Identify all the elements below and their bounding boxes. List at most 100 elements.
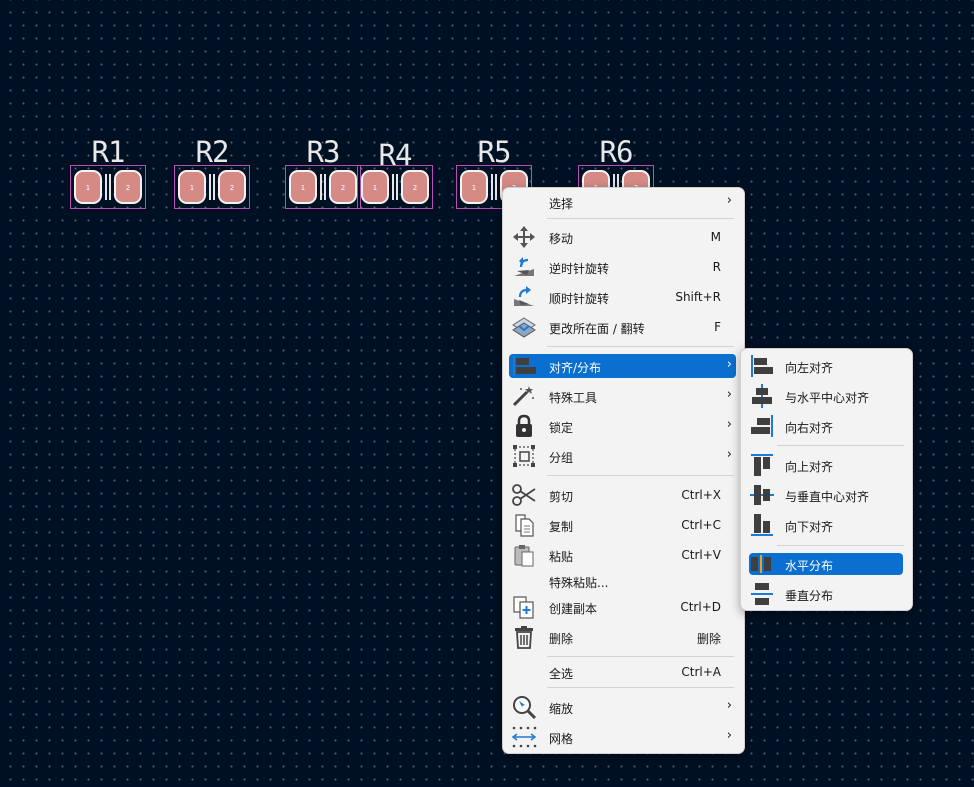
menu-item-label: 更改所在面 / 翻转 bbox=[549, 322, 645, 336]
menu-item-shortcut: 删除 bbox=[696, 632, 721, 646]
menu-item-copy[interactable]: 复制 Ctrl+C bbox=[509, 513, 736, 537]
menu-item-rotate-ccw[interactable]: 逆时针旋转 R bbox=[509, 255, 736, 279]
menu-item-grid[interactable]: 网格 › bbox=[509, 725, 736, 749]
pad[interactable]: 1 bbox=[460, 170, 488, 204]
pad-number: 2 bbox=[125, 184, 131, 192]
menu-item-move[interactable]: 移动 M bbox=[509, 225, 736, 249]
submenu-item-align-center-vertical[interactable]: 与垂直中心对齐 bbox=[749, 484, 903, 506]
menu-separator bbox=[777, 445, 904, 446]
zoom-icon bbox=[511, 695, 537, 719]
lock-icon bbox=[511, 414, 537, 438]
submenu-item-align-right[interactable]: 向右对齐 bbox=[749, 415, 903, 437]
pad[interactable]: 2 bbox=[114, 170, 142, 204]
menu-item-flip[interactable]: 更改所在面 / 翻转 F bbox=[509, 315, 736, 339]
menu-item-duplicate[interactable]: 创建副本 Ctrl+D bbox=[509, 595, 736, 619]
menu-item-label: 特殊粘贴... bbox=[549, 576, 609, 590]
submenu-item-distribute-vertical[interactable]: 垂直分布 bbox=[749, 583, 903, 605]
menu-item-shortcut: Ctrl+C bbox=[681, 518, 721, 532]
menu-item-select[interactable]: 选择 › bbox=[509, 190, 736, 214]
menu-item-label: 对齐/分布 bbox=[549, 361, 602, 375]
menu-item-label: 剪切 bbox=[549, 490, 574, 504]
submenu-item-align-center-horizontal[interactable]: 与水平中心对齐 bbox=[749, 383, 903, 409]
pad-number: 2 bbox=[412, 184, 418, 192]
silkscreen-outline bbox=[105, 174, 111, 200]
menu-item-shortcut: F bbox=[714, 320, 721, 334]
footprint-r1[interactable]: R1 1 2 bbox=[70, 135, 146, 209]
menu-item-label: 顺时针旋转 bbox=[549, 292, 610, 306]
submenu-item-align-bottom[interactable]: 向下对齐 bbox=[749, 514, 903, 536]
submenu-arrow-icon: › bbox=[726, 387, 732, 402]
menu-item-paste[interactable]: 粘贴 Ctrl+V bbox=[509, 543, 736, 567]
submenu-item-align-left[interactable]: 向左对齐 bbox=[749, 355, 903, 377]
submenu-item-label: 向左对齐 bbox=[785, 361, 834, 375]
submenu-arrow-icon: › bbox=[726, 357, 732, 372]
submenu-arrow-icon: › bbox=[726, 447, 732, 462]
pad[interactable]: 2 bbox=[401, 170, 429, 204]
submenu-item-distribute-horizontal[interactable]: 水平分布 bbox=[749, 553, 903, 575]
align-center-horizontal-icon bbox=[749, 383, 775, 409]
menu-item-cut[interactable]: 剪切 Ctrl+X bbox=[509, 483, 736, 507]
pad[interactable]: 1 bbox=[361, 170, 389, 204]
menu-item-label: 锁定 bbox=[549, 421, 574, 435]
footprint-r4[interactable]: R4 1 2 bbox=[357, 138, 433, 212]
menu-item-special-tools[interactable]: 特殊工具 › bbox=[509, 384, 736, 408]
menu-separator bbox=[547, 218, 734, 219]
trash-icon bbox=[511, 625, 537, 649]
menu-item-delete[interactable]: 删除 删除 bbox=[509, 625, 736, 649]
menu-item-label: 网格 bbox=[549, 732, 574, 746]
submenu-item-align-top[interactable]: 向上对齐 bbox=[749, 454, 903, 476]
menu-item-rotate-cw[interactable]: 顺时针旋转 Shift+R bbox=[509, 285, 736, 309]
menu-item-shortcut: M bbox=[710, 230, 721, 244]
reference-label: R2 bbox=[195, 135, 230, 169]
menu-item-paste-special[interactable]: 特殊粘贴... bbox=[509, 569, 736, 593]
duplicate-icon bbox=[511, 595, 537, 619]
menu-item-lock[interactable]: 锁定 › bbox=[509, 414, 736, 438]
footprint-courtyard: 1 2 bbox=[357, 165, 433, 209]
pad-number: 2 bbox=[340, 184, 346, 192]
reference-label: R5 bbox=[477, 135, 512, 169]
menu-item-label: 逆时针旋转 bbox=[549, 262, 610, 276]
footprint-courtyard: 1 2 bbox=[174, 165, 250, 209]
pad-number: 1 bbox=[471, 184, 477, 192]
menu-item-label: 创建副本 bbox=[549, 602, 598, 616]
submenu-arrow-icon: › bbox=[726, 698, 732, 713]
menu-item-label: 移动 bbox=[549, 232, 574, 246]
menu-item-label: 全选 bbox=[549, 667, 574, 681]
submenu-arrow-icon: › bbox=[726, 417, 732, 432]
reference-label: R6 bbox=[599, 135, 634, 169]
pad-number: 1 bbox=[85, 184, 91, 192]
reference-label: R3 bbox=[306, 135, 341, 169]
align-submenu: 向左对齐 与水平中心对齐 向右对齐 向上对齐 与垂直中心对齐 向下对齐 水平分布… bbox=[740, 348, 913, 611]
grid-icon bbox=[511, 725, 537, 749]
pad-number: 2 bbox=[229, 184, 235, 192]
menu-separator bbox=[777, 545, 904, 546]
menu-separator bbox=[547, 475, 734, 476]
menu-item-select-all[interactable]: 全选 Ctrl+A bbox=[509, 660, 736, 684]
align-center-vertical-icon bbox=[749, 482, 775, 508]
pad[interactable]: 1 bbox=[74, 170, 102, 204]
magic-wand-icon bbox=[511, 384, 537, 408]
flip-icon bbox=[511, 315, 537, 339]
menu-item-align-distribute[interactable]: 对齐/分布 › bbox=[509, 354, 736, 378]
pad[interactable]: 2 bbox=[329, 170, 357, 204]
menu-item-label: 缩放 bbox=[549, 702, 574, 716]
pad[interactable]: 1 bbox=[178, 170, 206, 204]
pad-number: 1 bbox=[189, 184, 195, 192]
move-icon bbox=[511, 225, 537, 249]
menu-item-shortcut: Ctrl+V bbox=[681, 548, 721, 562]
footprint-r3[interactable]: R3 1 2 bbox=[285, 135, 361, 209]
footprint-courtyard: 1 2 bbox=[70, 165, 146, 209]
group-icon bbox=[511, 444, 537, 468]
menu-item-label: 粘贴 bbox=[549, 550, 574, 564]
rotate-ccw-icon bbox=[511, 255, 537, 279]
pad[interactable]: 2 bbox=[218, 170, 246, 204]
submenu-item-label: 向上对齐 bbox=[785, 460, 834, 474]
pad-number: 1 bbox=[300, 184, 306, 192]
distribute-horizontal-icon bbox=[749, 551, 775, 577]
menu-item-group[interactable]: 分组 › bbox=[509, 444, 736, 468]
menu-separator bbox=[547, 346, 734, 347]
menu-item-zoom[interactable]: 缩放 › bbox=[509, 695, 736, 719]
footprint-r2[interactable]: R2 1 2 bbox=[174, 135, 250, 209]
menu-item-shortcut: R bbox=[712, 260, 721, 274]
pad[interactable]: 1 bbox=[289, 170, 317, 204]
